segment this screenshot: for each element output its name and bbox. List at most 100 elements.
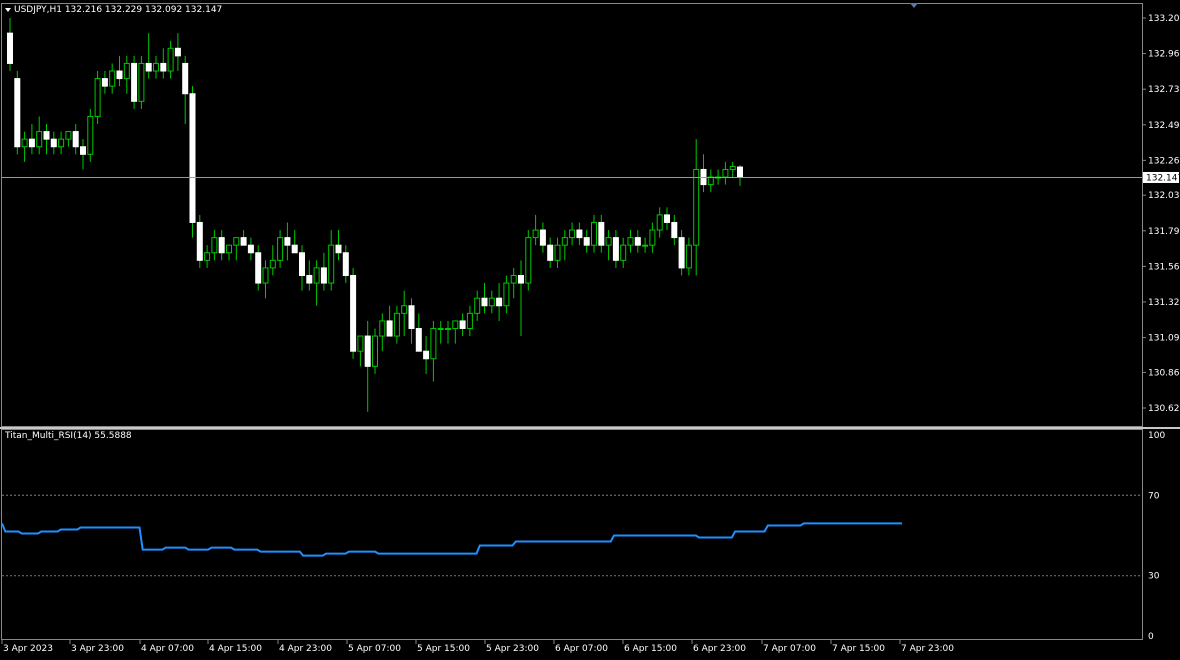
current-price-label: 132.147 [1146, 173, 1180, 183]
candle-body [189, 93, 196, 223]
candle-body [445, 327, 451, 330]
candle-body [737, 166, 743, 178]
candle-body [729, 165, 736, 170]
candle-body [87, 115, 94, 155]
price-tick-label: 132.260 [1148, 156, 1180, 166]
candle-body [722, 168, 729, 178]
candle-body [211, 237, 218, 254]
rsi-tick-label: 30 [1148, 572, 1160, 582]
rsi-tick-label: 100 [1148, 431, 1165, 441]
candle-body [174, 47, 181, 57]
candle-body [65, 131, 72, 140]
trading-chart[interactable]: USDJPY,H1 132.216 132.229 132.092 132.14… [0, 0, 1180, 660]
candle-body [80, 146, 86, 155]
candle-body [678, 237, 685, 269]
candle-body [72, 131, 79, 148]
candle-body [342, 252, 349, 276]
candle-body [7, 32, 13, 64]
candle-body [277, 237, 284, 261]
price-tick-label: 132.965 [1148, 50, 1180, 60]
candle-body [656, 214, 663, 231]
candle-body [43, 131, 50, 140]
candle-body [131, 62, 138, 102]
candle-body [218, 237, 225, 254]
price-tick-label: 131.560 [1148, 262, 1180, 272]
candle-body [284, 237, 291, 246]
candle-body [642, 244, 649, 247]
candle-body [474, 297, 481, 314]
candle-body [539, 229, 546, 246]
candle-body [196, 221, 203, 261]
candle-body [357, 335, 364, 352]
candle-body [496, 297, 503, 307]
indicator-header: Titan_Multi_RSI(14) 55.5888 [4, 431, 132, 441]
candle-body [364, 335, 371, 367]
candle-body [109, 70, 116, 87]
candle-body [58, 138, 65, 148]
candle-body [423, 350, 430, 360]
candle-body [269, 259, 276, 269]
candle-body [393, 312, 400, 337]
candle-body [510, 274, 517, 284]
price-tick-label: 131.795 [1148, 227, 1180, 237]
time-tick-label: 4 Apr 15:00 [209, 644, 262, 654]
time-tick-label: 6 Apr 07:00 [555, 644, 608, 654]
candle-body [306, 274, 313, 284]
candle-body [466, 312, 473, 329]
price-tick-label: 130.860 [1148, 368, 1180, 378]
candle-body [634, 237, 641, 246]
time-tick-label: 7 Apr 07:00 [763, 644, 816, 654]
candle-body [247, 244, 254, 254]
candle-body [503, 282, 510, 307]
candle-body [561, 237, 568, 246]
candle-body [481, 297, 488, 307]
time-tick-label: 3 Apr 23:00 [71, 644, 124, 654]
candle-body [94, 78, 101, 117]
rsi-tick-label: 0 [1148, 632, 1154, 642]
candle-body [612, 237, 619, 261]
candle-body [36, 131, 43, 148]
time-tick-label: 4 Apr 23:00 [279, 644, 332, 654]
candle-body [488, 297, 495, 307]
candle-body [437, 327, 444, 330]
candle-body [255, 252, 262, 284]
time-tick-label: 7 Apr 15:00 [832, 644, 885, 654]
candle-body [28, 138, 35, 148]
candle-body [649, 229, 656, 246]
candle-body [226, 244, 232, 254]
candle-body [627, 237, 634, 246]
candle-body [547, 244, 554, 261]
candle-body [328, 244, 335, 284]
candle-body [554, 244, 561, 261]
candle-body [233, 237, 240, 246]
time-tick-label: 5 Apr 07:00 [348, 644, 401, 654]
candle-body [452, 320, 459, 329]
candle-body [386, 320, 393, 337]
candle-body [430, 327, 437, 360]
time-tick-label: 5 Apr 23:00 [486, 644, 539, 654]
candle-body [605, 237, 612, 246]
time-tick-label: 3 Apr 2023 [3, 644, 53, 654]
candle-body [685, 244, 692, 269]
candle-body [116, 70, 123, 80]
symbol-header: USDJPY,H1 132.216 132.229 132.092 132.14… [14, 5, 222, 15]
candle-body [583, 237, 590, 246]
candle-body [532, 229, 539, 239]
candle-body [145, 62, 152, 72]
candle-body [335, 244, 342, 254]
price-tick-label: 133.200 [1148, 14, 1180, 24]
candle-body [204, 252, 211, 261]
time-tick-label: 7 Apr 23:00 [901, 644, 954, 654]
candle-body [299, 252, 305, 276]
candle-body [167, 47, 174, 72]
candle-body [401, 305, 408, 314]
price-tick-label: 131.090 [1148, 334, 1180, 344]
candle-body [707, 176, 714, 186]
price-tick-label: 130.625 [1148, 404, 1180, 414]
candle-body [313, 267, 320, 284]
candle-body [671, 221, 678, 239]
candle-body [291, 244, 298, 254]
candle-body [664, 214, 670, 223]
candle-body [182, 62, 189, 95]
candle-body [591, 221, 597, 246]
